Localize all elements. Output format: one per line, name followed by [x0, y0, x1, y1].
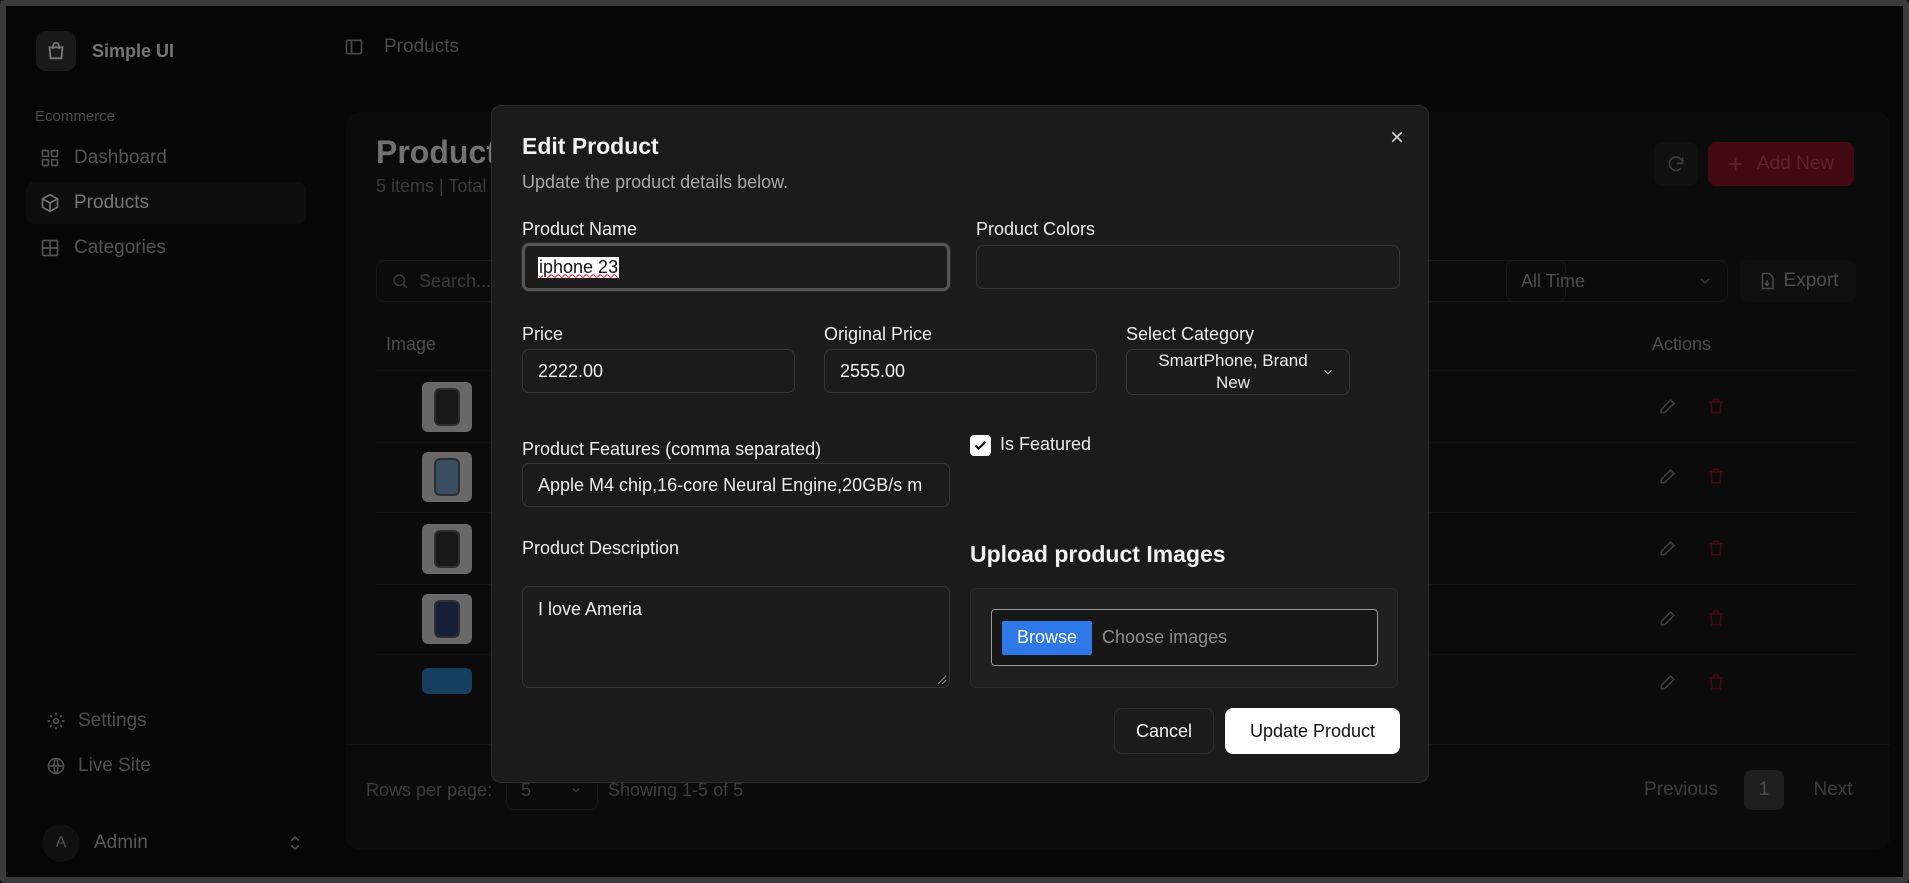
product-name-value: iphone 23 [538, 256, 620, 278]
category-value: SmartPhone, Brand New [1158, 351, 1308, 392]
original-price-input[interactable]: 2555.00 [824, 349, 1097, 393]
product-description-value: I love Ameria [538, 599, 643, 619]
category-select[interactable]: SmartPhone, Brand New [1126, 349, 1350, 395]
resize-grip-icon[interactable] [937, 675, 947, 685]
upload-dropzone: Browse Choose images [970, 588, 1398, 688]
dialog-subtitle: Update the product details below. [522, 172, 789, 192]
is-featured-checkbox[interactable] [970, 435, 991, 456]
original-price-label: Original Price [824, 324, 933, 344]
product-colors-label: Product Colors [976, 219, 1096, 239]
is-featured-label: Is Featured [1000, 434, 1092, 454]
upload-images-title: Upload product Images [970, 541, 1226, 567]
cancel-button[interactable]: Cancel [1114, 708, 1214, 754]
original-price-value: 2555.00 [840, 360, 906, 381]
update-product-button[interactable]: Update Product [1225, 708, 1400, 754]
checkmark-icon [974, 440, 987, 451]
product-name-label: Product Name [522, 219, 638, 239]
close-icon[interactable] [1384, 124, 1410, 150]
chevron-down-icon [1324, 369, 1332, 375]
select-category-label: Select Category [1126, 324, 1255, 344]
price-value: 2222.00 [538, 360, 604, 381]
product-features-value: Apple M4 chip,16-core Neural Engine,20GB… [538, 474, 923, 495]
product-features-input[interactable]: Apple M4 chip,16-core Neural Engine,20GB… [522, 463, 950, 507]
price-input[interactable]: 2222.00 [522, 349, 795, 393]
browse-button[interactable]: Browse [1002, 620, 1093, 655]
file-input-placeholder: Choose images [1102, 627, 1228, 647]
edit-product-dialog: Edit Product Update the product details … [491, 105, 1429, 783]
product-colors-input[interactable] [976, 245, 1400, 289]
product-description-label: Product Description [522, 538, 680, 558]
price-label: Price [522, 324, 564, 344]
product-description-textarea[interactable]: I love Ameria [522, 586, 950, 688]
image-file-input[interactable]: Browse Choose images [991, 609, 1378, 666]
product-name-input[interactable]: iphone 23 [522, 243, 950, 291]
product-features-label: Product Features (comma separated) [522, 439, 822, 459]
dialog-title: Edit Product [522, 133, 659, 159]
